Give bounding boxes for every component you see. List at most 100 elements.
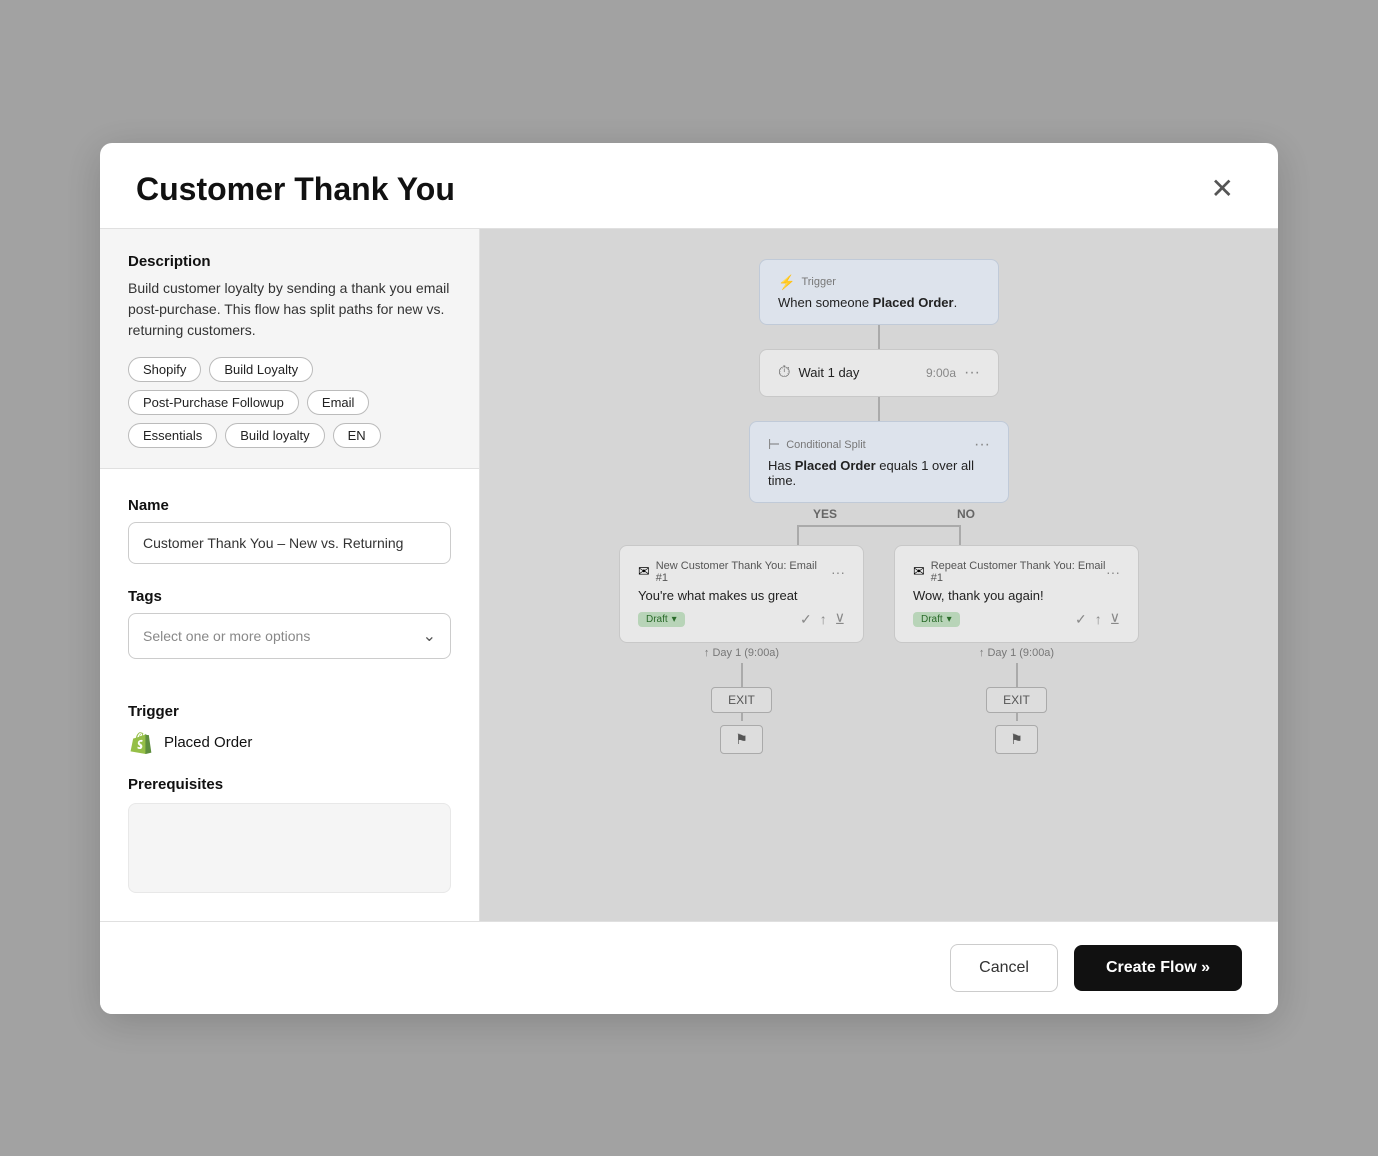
modal-header: Customer Thank You ✕ — [100, 143, 1278, 229]
trigger-node: ⚡ Trigger When someone Placed Order. — [759, 259, 999, 325]
split-condition: Has Placed Order equals 1 over all time. — [768, 458, 990, 488]
modal-body: Description Build customer loyalty by se… — [100, 229, 1278, 921]
trigger-item: Placed Order — [128, 730, 451, 756]
flag1-node: ⚑ — [720, 725, 763, 754]
email2-filter-icon[interactable]: ⊻ — [1110, 611, 1120, 628]
cancel-button[interactable]: Cancel — [950, 944, 1058, 992]
wait-node: ⏱ Wait 1 day 9:00a ··· — [759, 349, 999, 397]
exit2-connector — [1016, 663, 1018, 687]
split-node-header: ⊢ Conditional Split ··· — [768, 436, 990, 454]
left-connector — [797, 525, 799, 545]
email2-dots[interactable]: ··· — [1106, 564, 1120, 580]
trigger-node-header: ⚡ Trigger — [778, 274, 980, 291]
email2-arrow-icon[interactable]: ↑ — [1095, 611, 1102, 627]
exit1-node: EXIT — [711, 687, 772, 713]
split-icon: ⊢ — [768, 436, 780, 453]
email1-body: You're what makes us great — [638, 588, 845, 603]
no-label: NO — [957, 507, 975, 521]
email1-check-icon[interactable]: ✓ — [800, 611, 812, 628]
tags-group: Tags Select one or more options ⌄ — [128, 588, 451, 659]
tags-select-wrapper[interactable]: Select one or more options ⌄ — [128, 613, 451, 659]
no-branch: ✉ Repeat Customer Thank You: Email #1 ··… — [894, 545, 1139, 754]
trigger-text: Placed Order — [164, 734, 252, 751]
connector-1 — [878, 325, 880, 349]
email2-title: Repeat Customer Thank You: Email #1 — [931, 560, 1106, 584]
name-group: Name — [128, 497, 451, 564]
email1-title: New Customer Thank You: Email #1 — [656, 560, 831, 584]
tag-en: EN — [333, 423, 381, 448]
prerequisites-box — [128, 803, 451, 893]
email1-dots[interactable]: ··· — [831, 564, 845, 580]
flag1-connector — [741, 713, 743, 721]
wait-time: 9:00a — [926, 366, 956, 380]
create-flow-button[interactable]: Create Flow » — [1074, 945, 1242, 991]
prerequisites-label: Prerequisites — [128, 776, 451, 793]
yes-branch: ✉ New Customer Thank You: Email #1 ··· Y… — [619, 545, 864, 754]
trigger-label: Trigger — [128, 703, 451, 720]
wait-dots[interactable]: ··· — [964, 364, 980, 382]
email2-body: Wow, thank you again! — [913, 588, 1120, 603]
split-connectors — [797, 525, 961, 545]
draft-dropdown-icon[interactable]: ▾ — [672, 614, 677, 625]
email1-arrow-icon[interactable]: ↑ — [820, 611, 827, 627]
close-button[interactable]: ✕ — [1203, 171, 1242, 207]
connector-2 — [878, 397, 880, 421]
lightning-icon: ⚡ — [778, 274, 795, 291]
email2-header: ✉ Repeat Customer Thank You: Email #1 ··… — [913, 560, 1120, 584]
name-input[interactable] — [128, 522, 451, 564]
email2-actions: ✓ ↑ ⊻ — [1075, 611, 1120, 628]
modal-overlay: Customer Thank You ✕ Description Build c… — [0, 0, 1378, 1156]
tag-shopify: Shopify — [128, 357, 201, 382]
yes-label: YES — [783, 507, 837, 521]
modal-footer: Cancel Create Flow » — [100, 921, 1278, 1014]
email2-day: ↑ Day 1 (9:00a) — [979, 647, 1054, 659]
tags-select[interactable]: Select one or more options ⌄ — [128, 613, 451, 659]
email1-header: ✉ New Customer Thank You: Email #1 ··· — [638, 560, 845, 584]
modal: Customer Thank You ✕ Description Build c… — [100, 143, 1278, 1014]
email2-draft-badge: Draft ▾ — [913, 612, 960, 627]
flag2-connector — [1016, 713, 1018, 721]
form-section: Name Tags Select one or more options ⌄ — [100, 469, 479, 703]
draft2-dropdown-icon[interactable]: ▾ — [947, 614, 952, 625]
email2-envelope-icon: ✉ — [913, 563, 925, 580]
tags-placeholder: Select one or more options — [143, 628, 310, 644]
h-connector — [799, 525, 959, 527]
tag-essentials: Essentials — [128, 423, 217, 448]
email1-day: ↑ Day 1 (9:00a) — [704, 647, 779, 659]
name-label: Name — [128, 497, 451, 514]
split-branches: ✉ New Customer Thank You: Email #1 ··· Y… — [619, 545, 1139, 754]
chevron-down-icon: ⌄ — [423, 626, 436, 646]
email1-filter-icon[interactable]: ⊻ — [835, 611, 845, 628]
exit1-connector — [741, 663, 743, 687]
tag-post-purchase: Post-Purchase Followup — [128, 390, 299, 415]
left-panel: Description Build customer loyalty by se… — [100, 229, 480, 921]
email1-actions: ✓ ↑ ⊻ — [800, 611, 845, 628]
email2-check-icon[interactable]: ✓ — [1075, 611, 1087, 628]
description-label: Description — [128, 253, 451, 270]
right-connector — [959, 525, 961, 545]
flag2-node: ⚑ — [995, 725, 1038, 754]
description-section: Description Build customer loyalty by se… — [100, 229, 479, 469]
tags-row: Shopify Build Loyalty Post-Purchase Foll… — [128, 357, 451, 448]
right-panel: ⚡ Trigger When someone Placed Order. ⏱ — [480, 229, 1278, 921]
yes-no-labels: YES NO — [783, 507, 975, 521]
tag-build-loyalty-2: Build loyalty — [225, 423, 324, 448]
tags-label: Tags — [128, 588, 451, 605]
trigger-section: Trigger Placed Order — [100, 703, 479, 776]
shopify-icon — [128, 730, 154, 756]
tag-build-loyalty: Build Loyalty — [209, 357, 313, 382]
exit2-node: EXIT — [986, 687, 1047, 713]
modal-title: Customer Thank You — [136, 171, 455, 208]
email2-node: ✉ Repeat Customer Thank You: Email #1 ··… — [894, 545, 1139, 643]
split-node: ⊢ Conditional Split ··· Has Placed Order… — [749, 421, 1009, 503]
trigger-node-title: When someone Placed Order. — [778, 295, 980, 310]
split-dots[interactable]: ··· — [974, 436, 990, 454]
email1-envelope-icon: ✉ — [638, 563, 650, 580]
prerequisites-section: Prerequisites — [100, 776, 479, 921]
clock-icon: ⏱ — [778, 364, 790, 382]
description-text: Build customer loyalty by sending a than… — [128, 278, 451, 341]
email1-draft-badge: Draft ▾ — [638, 612, 685, 627]
wait-label: Wait 1 day — [798, 365, 859, 380]
email2-footer: Draft ▾ ✓ ↑ ⊻ — [913, 611, 1120, 628]
tag-email: Email — [307, 390, 370, 415]
